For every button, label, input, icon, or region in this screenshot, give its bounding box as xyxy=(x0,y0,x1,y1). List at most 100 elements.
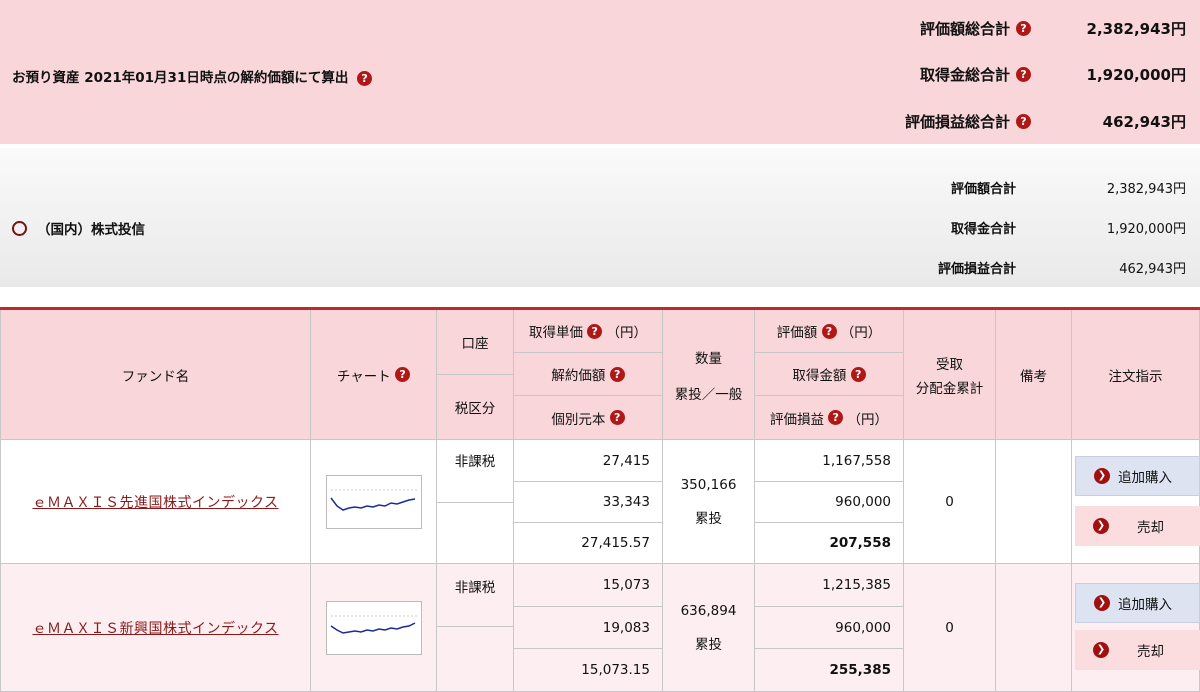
header-nav-text: 解約価額 xyxy=(551,368,606,384)
fund-chart-thumbnail[interactable] xyxy=(325,600,422,655)
sell-button[interactable]: ❯ 売却 xyxy=(1075,506,1200,546)
header-principal: 個別元本 ? xyxy=(514,396,663,440)
help-icon[interactable]: ? xyxy=(1016,113,1031,129)
help-icon[interactable]: ? xyxy=(395,367,411,382)
header-order: 注文指示 xyxy=(1072,310,1200,440)
profit-loss: 255,385 xyxy=(755,649,904,692)
valuation: 1,215,385 xyxy=(755,564,904,607)
header-valuation-suffix: （円） xyxy=(840,325,882,341)
sell-button[interactable]: ❯ 売却 xyxy=(1075,630,1200,670)
help-icon[interactable]: ? xyxy=(1016,20,1031,36)
header-remarks-text: 備考 xyxy=(1020,368,1047,385)
nav-price: 33,343 xyxy=(514,482,663,523)
principal-text: 15,073.15 xyxy=(581,662,650,678)
quantity-type: 累投 xyxy=(695,510,722,527)
cost-text: 960,000 xyxy=(835,494,891,510)
chart-cell xyxy=(311,440,437,564)
profit-loss-text: 207,558 xyxy=(829,535,892,551)
quantity-type: 累投 xyxy=(695,636,722,653)
mini-chart-icon xyxy=(330,615,417,634)
unit-price-text: 27,415 xyxy=(602,452,650,469)
profit-loss: 207,558 xyxy=(755,523,904,564)
nav-price: 19,083 xyxy=(514,607,663,649)
header-unit-price-suffix: （円） xyxy=(606,325,648,341)
add-purchase-label: 追加購入 xyxy=(1118,597,1172,613)
header-pl-suffix: （円） xyxy=(847,411,889,428)
help-icon[interactable]: ? xyxy=(821,323,837,339)
help-icon[interactable]: ? xyxy=(828,410,844,425)
total-valuation-value: 2,382,943円 xyxy=(1086,19,1186,38)
help-icon[interactable]: ? xyxy=(1016,66,1031,82)
asof-note: お預り資産 2021年01月31日時点の解約価額にて算出 ? xyxy=(12,66,373,86)
arrow-right-circle-icon: ❯ xyxy=(1094,468,1110,484)
add-purchase-button[interactable]: ❯ 追加購入 xyxy=(1075,456,1200,496)
arrow-right-circle-icon: ❯ xyxy=(1094,595,1110,611)
quantity: 350,166 累投 xyxy=(663,440,755,564)
valuation-text: 1,167,558 xyxy=(822,452,891,469)
tax-empty xyxy=(437,503,514,564)
header-fund-name-text: ファンド名 xyxy=(121,368,190,385)
header-cost-text: 取得金額 xyxy=(792,368,847,384)
help-icon[interactable]: ? xyxy=(850,366,866,382)
tax-text: 非課税 xyxy=(454,580,496,596)
sell-label: 売却 xyxy=(1137,520,1164,536)
dividend-text: 0 xyxy=(945,619,954,636)
header-principal-text: 個別元本 xyxy=(551,411,606,428)
help-icon[interactable]: ? xyxy=(609,366,625,382)
header-cost: 取得金額 ? xyxy=(755,353,904,396)
arrow-right-circle-icon: ❯ xyxy=(1093,518,1109,534)
header-valuation: 評価額 ? （円） xyxy=(755,310,904,353)
category-cost-value: 1,920,000円 xyxy=(1106,221,1186,237)
header-order-text: 注文指示 xyxy=(1108,368,1163,385)
add-purchase-button[interactable]: ❯ 追加購入 xyxy=(1075,583,1200,623)
category-pl-label: 評価損益合計 xyxy=(937,261,1016,277)
category-pl-row: 評価損益合計 462,943円 xyxy=(866,256,1186,278)
unit-price: 15,073 xyxy=(514,564,663,607)
category-title[interactable]: （国内）株式投信 xyxy=(12,218,145,238)
sell-label: 売却 xyxy=(1137,644,1164,660)
total-valuation-row: 評価額総合計 ? 2,382,943円 xyxy=(845,16,1186,40)
help-icon[interactable]: ? xyxy=(357,70,373,86)
nav-price-text: 33,343 xyxy=(602,494,650,510)
help-icon[interactable]: ? xyxy=(609,410,625,425)
portfolio-summary: お預り資産 2021年01月31日時点の解約価額にて算出 ? 評価額総合計 ? … xyxy=(0,0,1200,144)
dividend: 0 xyxy=(904,564,996,692)
category-valuation-value: 2,382,943円 xyxy=(1106,181,1186,197)
header-quantity-text: 数量 xyxy=(695,350,722,367)
quantity: 636,894 累投 xyxy=(663,564,755,692)
mini-chart-icon xyxy=(329,489,417,511)
nav-price-text: 19,083 xyxy=(602,619,650,636)
tax-category: 非課税 xyxy=(437,440,514,503)
category-cost-row: 取得金合計 1,920,000円 xyxy=(866,216,1186,238)
holdings-table: ファンド名 チャート ? 口座 税区分 取得単価 ? （円） 解約価額 ? 個別… xyxy=(0,310,1200,692)
total-cost-row: 取得金総合計 ? 1,920,000円 xyxy=(845,62,1186,86)
dividend: 0 xyxy=(904,440,996,564)
valuation: 1,167,558 xyxy=(755,440,904,482)
help-icon[interactable]: ? xyxy=(587,323,603,339)
fund-link[interactable]: ｅＭＡＸＩＳ新興国株式インデックス xyxy=(32,618,278,638)
header-account-text: 口座 xyxy=(461,336,489,352)
remarks xyxy=(996,440,1072,564)
fund-link[interactable]: ｅＭＡＸＩＳ先進国株式インデックス xyxy=(32,492,278,512)
header-quantity: 数量 累投／一般 xyxy=(663,310,755,440)
category-summary: （国内）株式投信 評価額合計 2,382,943円 取得金合計 1,920,00… xyxy=(0,148,1200,287)
unit-price-text: 15,073 xyxy=(602,577,650,593)
category-title-text: （国内）株式投信 xyxy=(37,222,145,238)
fund-chart-thumbnail[interactable] xyxy=(325,474,422,529)
total-pl-row: 評価損益総合計 ? 462,943円 xyxy=(845,109,1186,133)
header-remarks: 備考 xyxy=(996,310,1072,440)
total-pl-value: 462,943円 xyxy=(1102,112,1186,131)
category-cost-label: 取得金合計 xyxy=(950,221,1016,237)
circle-icon xyxy=(12,220,27,236)
header-nav: 解約価額 ? xyxy=(514,353,663,396)
header-dividend-line1: 受取 xyxy=(936,356,963,373)
unit-price: 27,415 xyxy=(514,440,663,482)
header-dividend-line2: 分配金累計 xyxy=(915,380,984,397)
total-cost-label: 取得金総合計 xyxy=(919,65,1010,84)
header-pl: 評価損益 ? （円） xyxy=(755,396,904,440)
remarks xyxy=(996,564,1072,692)
dividend-text: 0 xyxy=(945,493,954,510)
tax-empty xyxy=(437,627,514,692)
header-valuation-text: 評価額 xyxy=(776,325,818,341)
cost: 960,000 xyxy=(755,607,904,649)
